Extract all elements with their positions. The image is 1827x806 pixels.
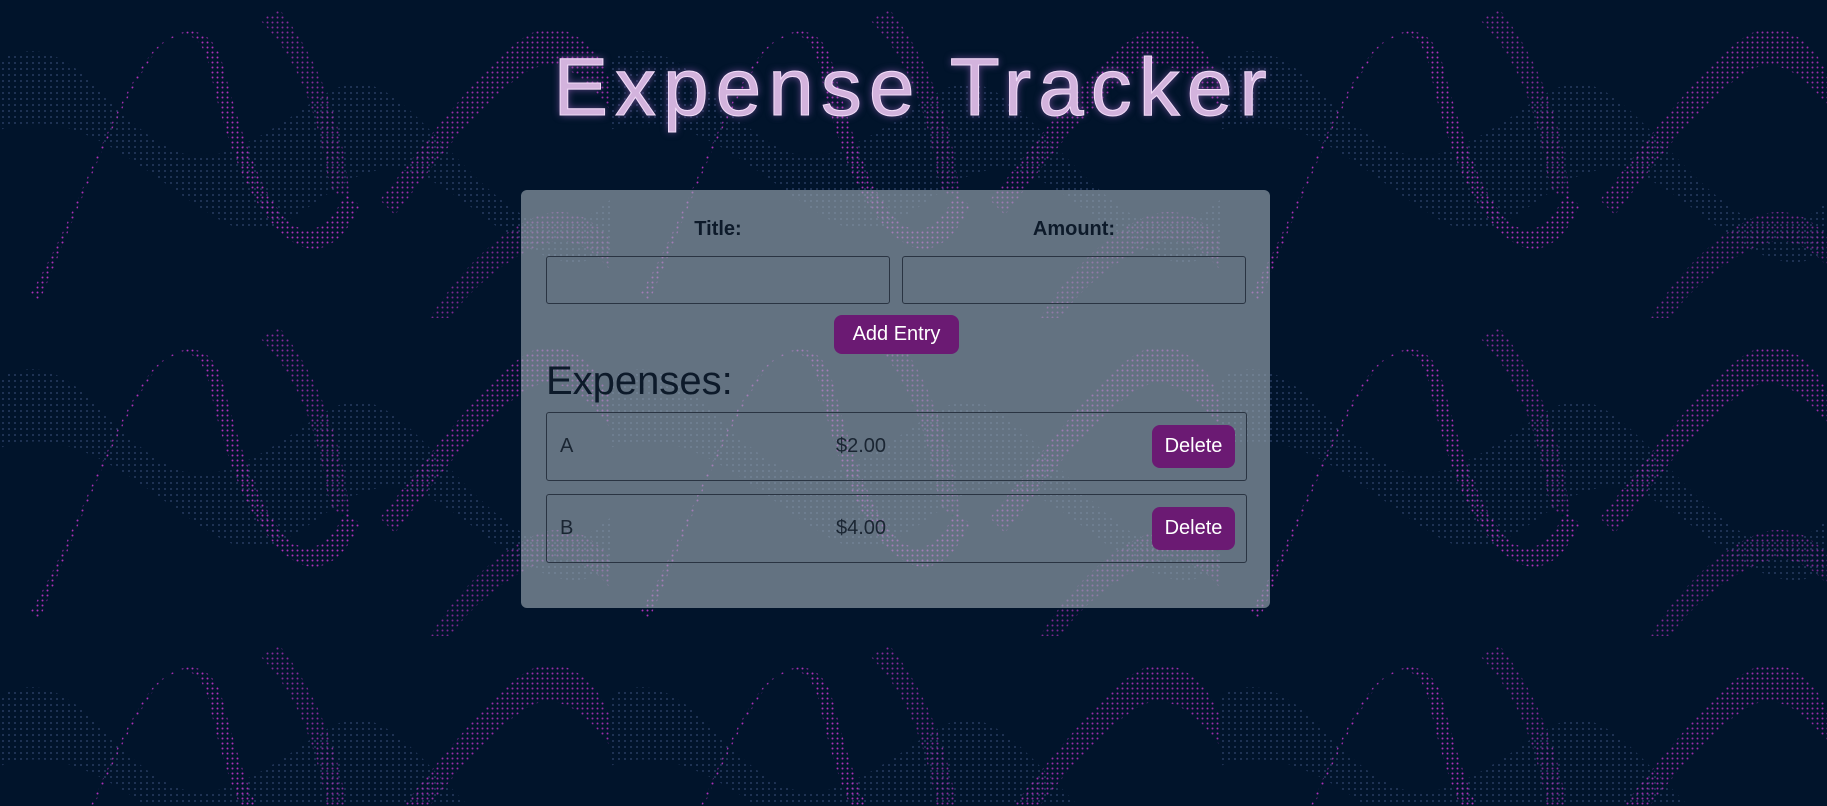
expense-amount: $2.00 — [836, 435, 887, 457]
page-title: Expense Tracker — [553, 42, 1274, 134]
expense-row: A $2.00 Delete — [546, 412, 1247, 481]
expense-row: B $4.00 Delete — [546, 494, 1247, 563]
expense-title: A — [560, 435, 574, 457]
title-label: Title: — [694, 218, 742, 240]
expense-list: A $2.00 Delete B $4.00 Delete — [546, 412, 1247, 576]
amount-label: Amount: — [1032, 218, 1116, 240]
expense-amount: $4.00 — [836, 517, 887, 539]
add-entry-button[interactable]: Add Entry — [834, 315, 959, 354]
delete-button[interactable]: Delete — [1152, 425, 1235, 468]
delete-button[interactable]: Delete — [1152, 507, 1235, 550]
expense-title: B — [560, 517, 574, 539]
amount-input[interactable] — [902, 256, 1246, 304]
expenses-heading: Expenses: — [546, 359, 733, 403]
title-input[interactable] — [546, 256, 890, 304]
expense-panel: Title: Amount: Add Entry Expenses: A $2.… — [521, 190, 1270, 608]
